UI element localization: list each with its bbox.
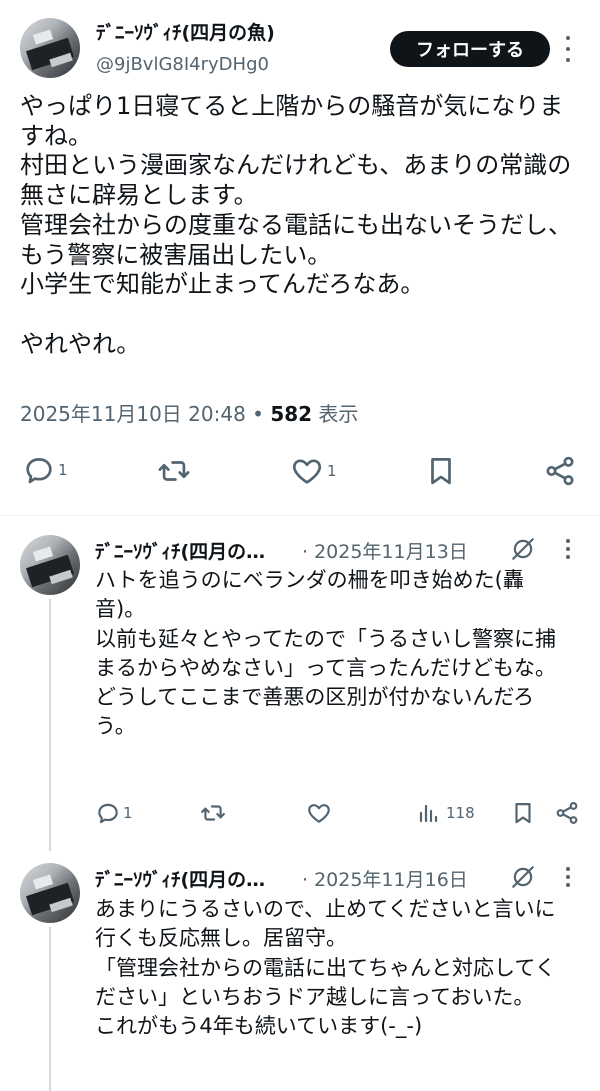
bookmark-button[interactable] [424,454,458,488]
thread-line [49,599,51,851]
meta-separator: • [252,402,264,426]
reply-text: ハトを追うのにベランダの柵を叩き始めた(轟音)。 以前も延々とやってたので「うる… [95,568,556,739]
repost-icon [158,461,190,481]
avatar[interactable] [20,18,80,78]
like-button[interactable] [306,800,332,826]
share-icon [546,456,574,486]
post-date[interactable]: · 2025年11月16日 [302,865,468,892]
heart-icon [308,804,330,823]
like-button[interactable]: 1 [289,454,337,488]
thread-line [49,927,51,1091]
reply-button[interactable]: 1 [22,453,68,487]
author-name[interactable]: ﾃﾞﾆｰｿｳﾞｨﾁ(四月の… [95,537,265,564]
avatar[interactable] [20,535,80,595]
more-icon[interactable] [560,539,576,559]
views-label: 表示 [318,402,359,426]
more-icon[interactable] [560,867,576,887]
heart-icon [292,459,322,484]
reply-count: 1 [123,804,133,822]
post-timestamp[interactable]: 2025年11月10日 20:48 [20,402,246,426]
views-count: 582 [270,402,313,426]
views-count: 118 [446,804,475,822]
grok-icon[interactable] [510,536,536,562]
author-handle[interactable]: @9jBvlG8I4ryDHg0 [96,54,269,75]
more-icon[interactable] [560,36,576,62]
reply-text: あまりにうるさいので、止めてくださいと言いに行くも反応無し。居留守。 「管理会社… [95,897,556,1039]
author-name[interactable]: ﾃﾞﾆｰｿｳﾞｨﾁ(四月の魚) [96,18,275,45]
post-meta: 2025年11月10日 20:48 • 582 表示 [20,398,358,427]
post-text: やっぱり1日寝てると上階からの騒音が気になりますね。 村田という漫画家なんだけれ… [20,92,572,358]
avatar[interactable] [20,863,80,923]
share-button[interactable] [543,454,577,488]
bookmark-button[interactable] [510,800,536,826]
reply-icon [98,803,118,824]
reply-button[interactable]: 1 [95,800,133,826]
repost-button[interactable] [156,454,192,488]
follow-button[interactable]: フォローする [390,31,550,67]
bookmark-icon [431,458,451,485]
grok-icon[interactable] [510,864,536,890]
repost-icon [201,805,225,821]
share-icon [556,802,578,824]
views-button[interactable]: 118 [416,800,475,826]
like-count: 1 [327,462,337,480]
author-name[interactable]: ﾃﾞﾆｰｿｳﾞｨﾁ(四月の… [95,865,265,892]
divider [0,515,600,516]
reply-count: 1 [58,461,68,479]
share-button[interactable] [554,800,580,826]
views-icon [419,804,438,823]
reply-icon [26,458,52,484]
post-date[interactable]: · 2025年11月13日 [302,537,468,564]
repost-button[interactable] [200,800,226,826]
bookmark-icon [515,803,531,824]
